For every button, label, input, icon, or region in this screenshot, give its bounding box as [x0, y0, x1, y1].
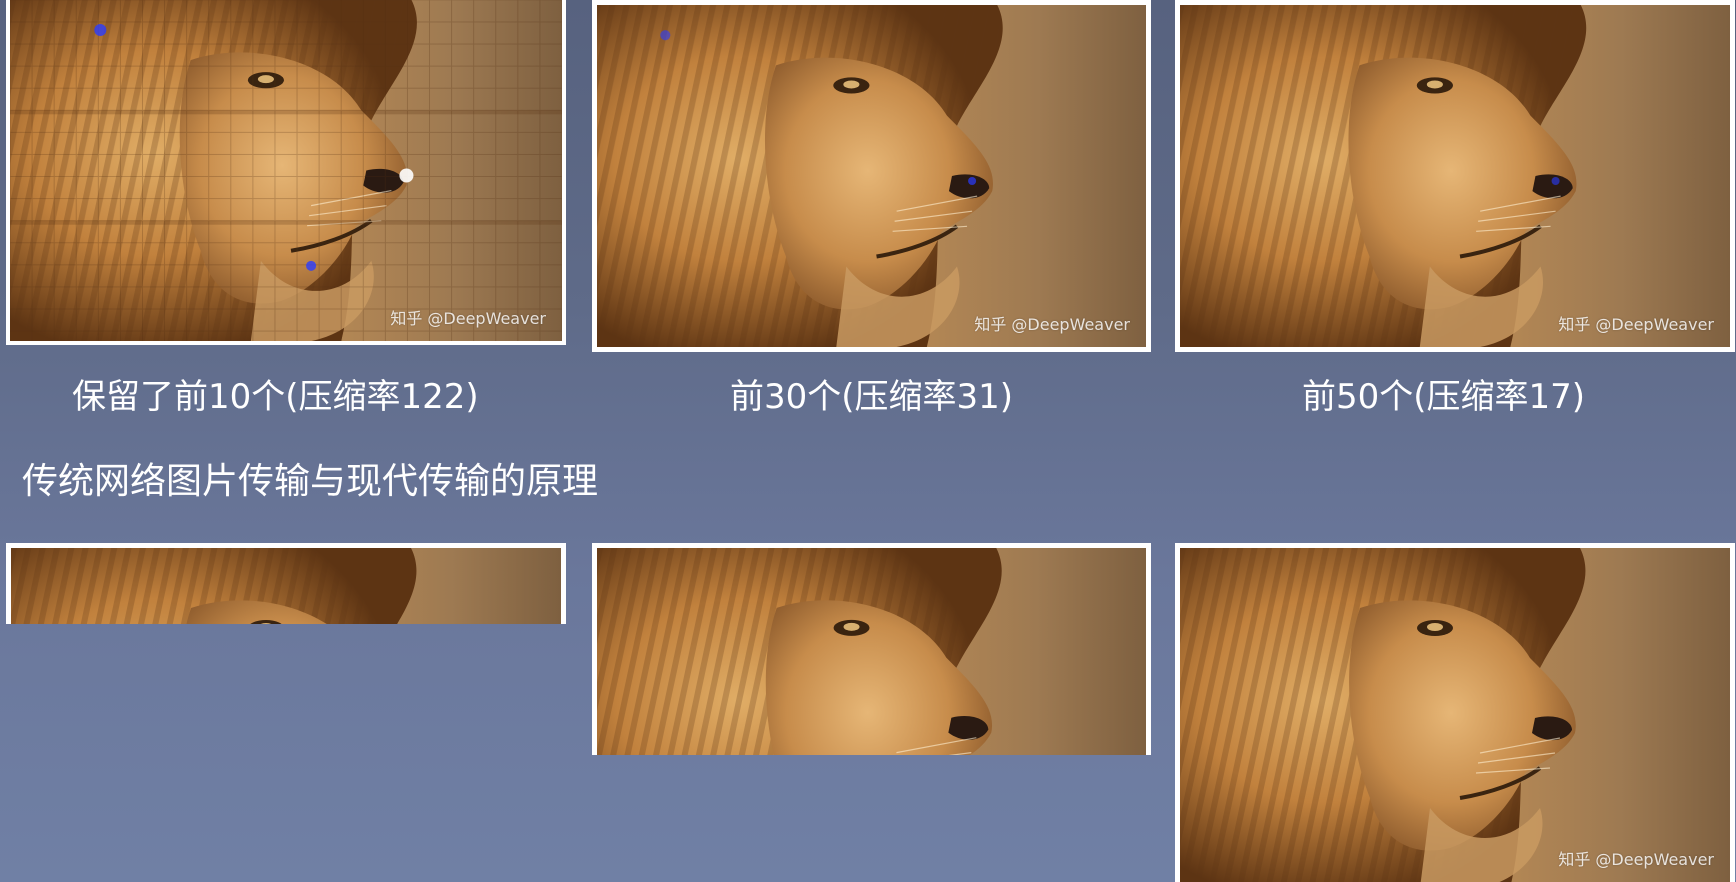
- image-frame-top-right: 知乎 @DeepWeaver: [1175, 0, 1735, 352]
- caption-top-middle: 前30个(压缩率31): [730, 377, 1014, 417]
- caption-top-left: 保留了前10个(压缩率122): [72, 377, 479, 417]
- watermark: 知乎 @DeepWeaver: [390, 309, 546, 328]
- image-frame-bottom-right: 知乎 @DeepWeaver: [1175, 543, 1735, 882]
- lion-image-partial-medium: [597, 548, 1146, 755]
- caption-top-right: 前50个(压缩率17): [1302, 377, 1586, 417]
- image-frame-top-left: 知乎 @DeepWeaver: [6, 0, 566, 345]
- image-frame-top-middle: 知乎 @DeepWeaver: [592, 0, 1151, 352]
- watermark: 知乎 @DeepWeaver: [1558, 315, 1714, 334]
- image-frame-bottom-left: [6, 543, 566, 624]
- section-heading: 传统网络图片传输与现代传输的原理: [22, 461, 599, 502]
- lion-image-compressed-10: 知乎 @DeepWeaver: [10, 0, 562, 341]
- lion-image-partial-large: 知乎 @DeepWeaver: [1180, 548, 1730, 882]
- lion-image-partial-small: [11, 548, 561, 624]
- watermark: 知乎 @DeepWeaver: [974, 315, 1130, 334]
- lion-image-compressed-30: 知乎 @DeepWeaver: [597, 5, 1146, 347]
- watermark: 知乎 @DeepWeaver: [1558, 850, 1714, 869]
- lion-image-compressed-50: 知乎 @DeepWeaver: [1180, 5, 1730, 347]
- image-frame-bottom-middle: [592, 543, 1151, 755]
